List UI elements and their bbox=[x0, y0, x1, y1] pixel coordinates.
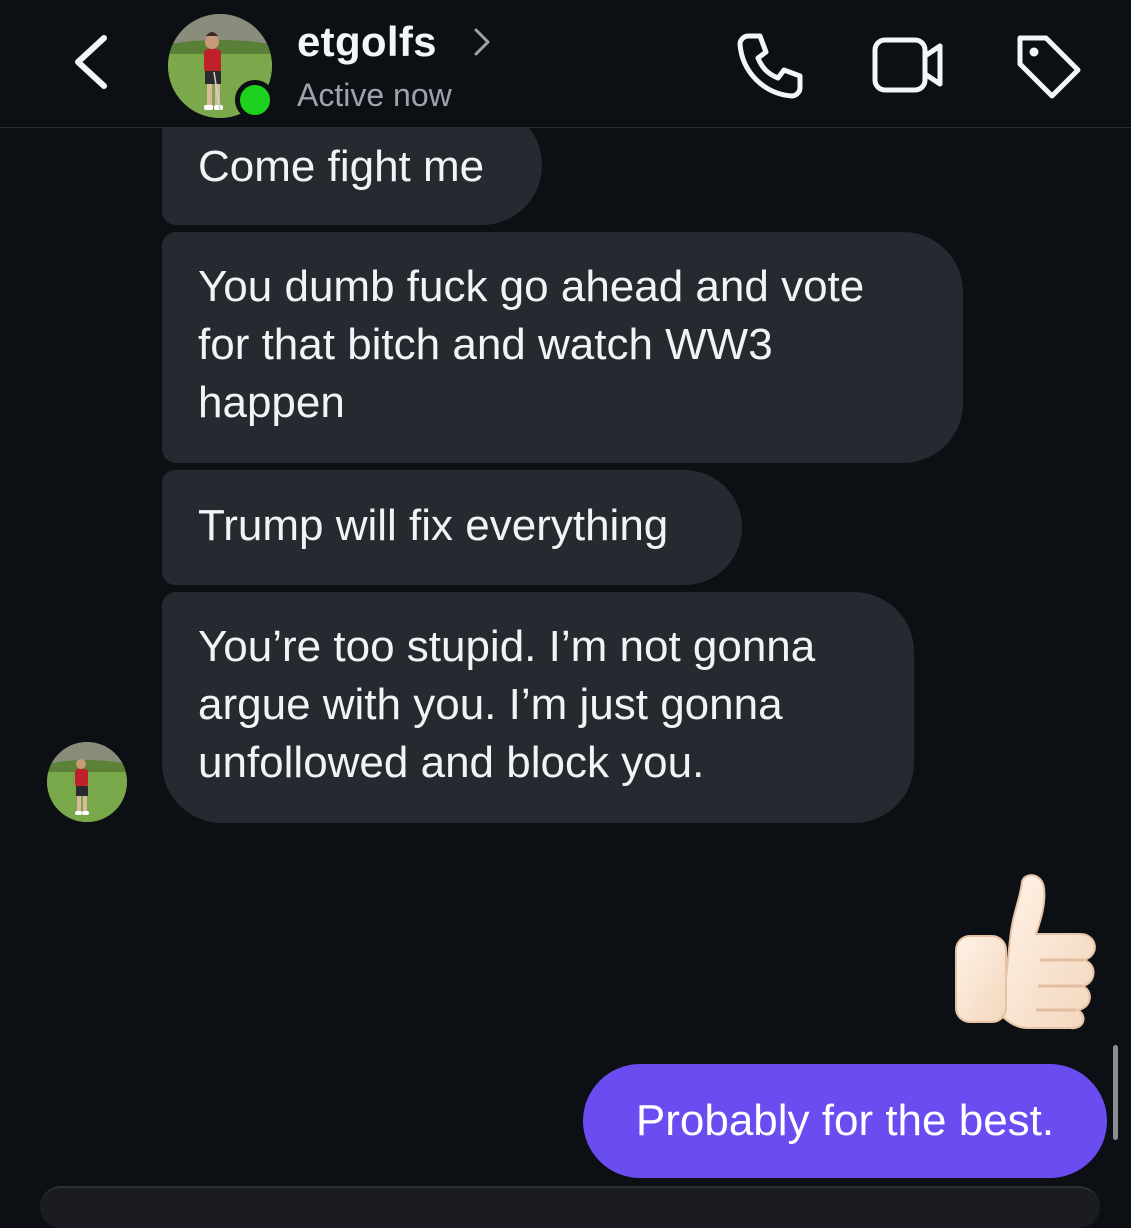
call-button[interactable] bbox=[732, 28, 806, 102]
chat-header: etgolfs Active now bbox=[0, 0, 1131, 128]
message-bubble-received[interactable]: Trump will fix everything bbox=[162, 470, 742, 585]
video-camera-icon bbox=[872, 37, 943, 93]
message-text: Probably for the best. bbox=[635, 1096, 1055, 1145]
message-text: unfollowed and block you. bbox=[198, 738, 705, 787]
message-bubble-received[interactable]: You dumb fuck go ahead and vote for that… bbox=[162, 232, 963, 463]
message-text: Come fight me bbox=[198, 142, 485, 191]
tag-button[interactable] bbox=[1010, 28, 1084, 102]
message-text: argue with you. I’m just gonna bbox=[198, 680, 783, 729]
thumbs-up-icon[interactable] bbox=[950, 870, 1100, 1030]
message-text: for that bitch and watch WW3 bbox=[198, 320, 773, 369]
message-thread: Come fight me You dumb fuck go ahead and… bbox=[0, 0, 1131, 1228]
tag-icon bbox=[1017, 35, 1081, 99]
message-composer[interactable] bbox=[40, 1186, 1100, 1228]
message-bubble-received[interactable]: You’re too stupid. I’m not gonna argue w… bbox=[162, 592, 914, 823]
message-text: happen bbox=[198, 378, 345, 427]
message-text: You dumb fuck go ahead and vote bbox=[198, 262, 865, 311]
message-bubble-sent[interactable]: Probably for the best. bbox=[583, 1064, 1107, 1178]
phone-icon bbox=[737, 33, 803, 99]
back-button[interactable] bbox=[60, 30, 124, 94]
chevron-right-icon[interactable] bbox=[470, 24, 496, 60]
chevron-left-icon bbox=[75, 35, 107, 89]
presence-status: Active now bbox=[297, 77, 452, 113]
contact-avatar[interactable] bbox=[47, 742, 127, 822]
video-call-button[interactable] bbox=[870, 28, 944, 102]
online-status-dot bbox=[235, 80, 275, 120]
contact-name[interactable]: etgolfs bbox=[297, 18, 437, 66]
message-text: Trump will fix everything bbox=[198, 501, 669, 550]
message-text: You’re too stupid. I’m not gonna bbox=[198, 622, 816, 671]
scrollbar[interactable] bbox=[1113, 1045, 1118, 1140]
